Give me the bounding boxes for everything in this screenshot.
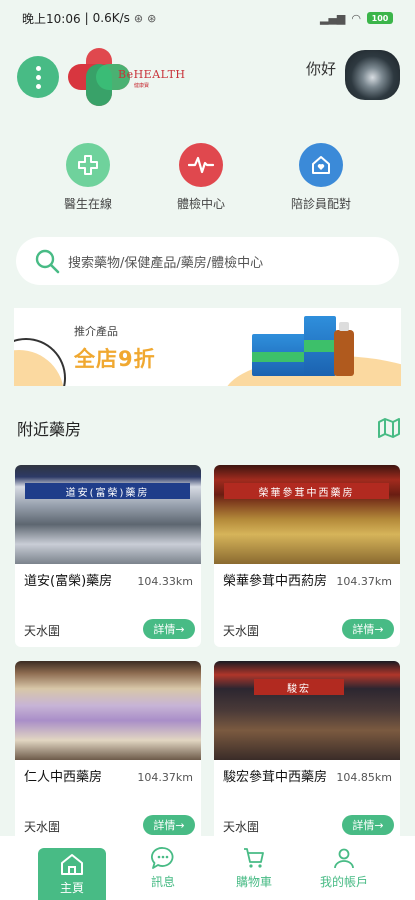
nav-home[interactable]: 主頁 <box>38 848 106 900</box>
storefront-sign: 駿宏 <box>254 679 344 695</box>
avatar[interactable] <box>345 50 400 100</box>
status-bar: 晚上10:06 | 0.6K/s ⊛ ⊛ ▂▄▆ ◠ 100 <box>0 0 415 36</box>
chat-bubble-icon <box>151 847 174 869</box>
service-label: 陪診員配對 <box>290 197 351 211</box>
search-icon <box>35 249 60 274</box>
map-icon[interactable] <box>378 418 400 438</box>
menu-button[interactable] <box>17 56 59 98</box>
nav-messages[interactable]: 訊息 <box>128 836 198 900</box>
pharmacy-distance: 104.37km <box>137 771 193 784</box>
service-doctor-online[interactable]: 醫生在線 <box>38 143 138 212</box>
bottom-nav: 主頁 訊息 購物車 我的帳戶 <box>0 836 415 900</box>
pharmacy-name: 榮華參茸中西葯房 <box>223 574 328 589</box>
pharmacy-photo: 道安(富榮)藥房 <box>15 465 201 564</box>
pharmacy-card[interactable]: 榮華參茸中西藥房 榮華參茸中西葯房 104.37km 天水圍 詳情→ <box>214 465 400 647</box>
service-escort-matching[interactable]: 陪診員配對 <box>271 143 371 212</box>
pharmacy-name: 駿宏參茸中西藥房 <box>223 770 328 785</box>
service-label: 醫生在線 <box>63 197 112 211</box>
pharmacy-distance: 104.37km <box>336 575 392 588</box>
quick-services: 醫生在線 體檢中心 陪診員配對 <box>0 143 415 213</box>
pharmacy-district: 天水圍 <box>24 624 61 638</box>
product-bottle-image <box>334 322 354 376</box>
pharmacy-photo: 榮華參茸中西藥房 <box>214 465 400 564</box>
service-health-check[interactable]: 體檢中心 <box>151 143 251 212</box>
heartbeat-icon <box>179 143 223 187</box>
pharmacy-name: 道安(富榮)藥房 <box>24 574 113 589</box>
wifi-icon: ◠ <box>351 11 361 25</box>
menu-dot-icon <box>35 65 41 71</box>
menu-dot-icon <box>35 83 41 89</box>
menu-dot-icon <box>35 74 41 80</box>
detail-button[interactable]: 詳情→ <box>342 619 394 639</box>
pharmacy-district: 天水圍 <box>223 820 260 834</box>
pharmacy-photo: 駿宏 <box>214 661 400 760</box>
nav-label: 購物車 <box>235 875 272 889</box>
nav-cart[interactable]: 購物車 <box>219 836 289 900</box>
app-header: BeHEALTH 健康寶 你好 <box>0 48 415 108</box>
pharmacy-distance: 104.33km <box>137 575 193 588</box>
banner-title: 全店9折 <box>74 347 156 371</box>
pharmacy-name: 仁人中西藥房 <box>24 770 103 785</box>
home-icon <box>61 854 83 875</box>
app-logo: BeHEALTH 健康寶 <box>68 48 188 108</box>
status-right: ▂▄▆ ◠ 100 <box>320 12 393 25</box>
pharmacy-photo <box>15 661 201 760</box>
detail-button[interactable]: 詳情→ <box>342 815 394 835</box>
search-placeholder: 搜索藥物/保健產品/藥房/體檢中心 <box>68 255 264 271</box>
pharmacy-card[interactable]: 道安(富榮)藥房 道安(富榮)藥房 104.33km 天水圍 詳情→ <box>15 465 201 647</box>
nav-label: 我的帳戶 <box>319 875 368 889</box>
cart-icon <box>244 848 264 868</box>
greeting-text: 你好 <box>306 60 337 78</box>
pharmacy-district: 天水圍 <box>24 820 61 834</box>
status-time: 晚上10:06 <box>22 11 81 26</box>
notification-icon: ⊛ <box>133 11 144 25</box>
signal-icon: ▂▄▆ <box>320 11 346 25</box>
home-heart-icon <box>299 143 343 187</box>
pharmacy-district: 天水圍 <box>223 624 260 638</box>
search-input[interactable]: 搜索藥物/保健產品/藥房/體檢中心 <box>16 237 399 285</box>
user-icon <box>334 848 354 869</box>
banner-subtitle: 推介產品 <box>74 325 118 338</box>
nav-account[interactable]: 我的帳戶 <box>309 836 379 900</box>
medical-cross-icon <box>66 143 110 187</box>
banner-decoration <box>14 338 66 386</box>
nav-label: 主頁 <box>59 881 84 895</box>
pharmacy-distance: 104.85km <box>336 771 392 784</box>
detail-button[interactable]: 詳情→ <box>143 815 195 835</box>
product-box-image <box>304 316 336 376</box>
logo-subtext: 健康寶 <box>134 83 150 89</box>
section-title: 附近藥房 <box>17 420 82 439</box>
nearby-section-header: 附近藥房 <box>17 414 400 442</box>
battery-icon: 100 <box>367 12 393 24</box>
detail-button[interactable]: 詳情→ <box>143 619 195 639</box>
pharmacy-card[interactable]: 仁人中西藥房 104.37km 天水圍 詳情→ <box>15 661 201 843</box>
logo-text: BeHEALTH <box>118 68 186 81</box>
service-label: 體檢中心 <box>176 197 225 211</box>
pharmacy-card[interactable]: 駿宏 駿宏參茸中西藥房 104.85km 天水圍 詳情→ <box>214 661 400 843</box>
notification-icon-2: ⊛ <box>147 11 157 25</box>
promo-banner[interactable]: 推介產品 全店9折 <box>14 308 401 386</box>
product-box-image <box>252 334 312 376</box>
nav-label: 訊息 <box>150 875 175 889</box>
storefront-sign: 道安(富榮)藥房 <box>25 483 190 499</box>
status-left: 晚上10:06 | 0.6K/s ⊛ ⊛ <box>22 11 157 26</box>
storefront-sign: 榮華參茸中西藥房 <box>224 483 389 499</box>
network-speed: 0.6K/s <box>92 11 130 25</box>
